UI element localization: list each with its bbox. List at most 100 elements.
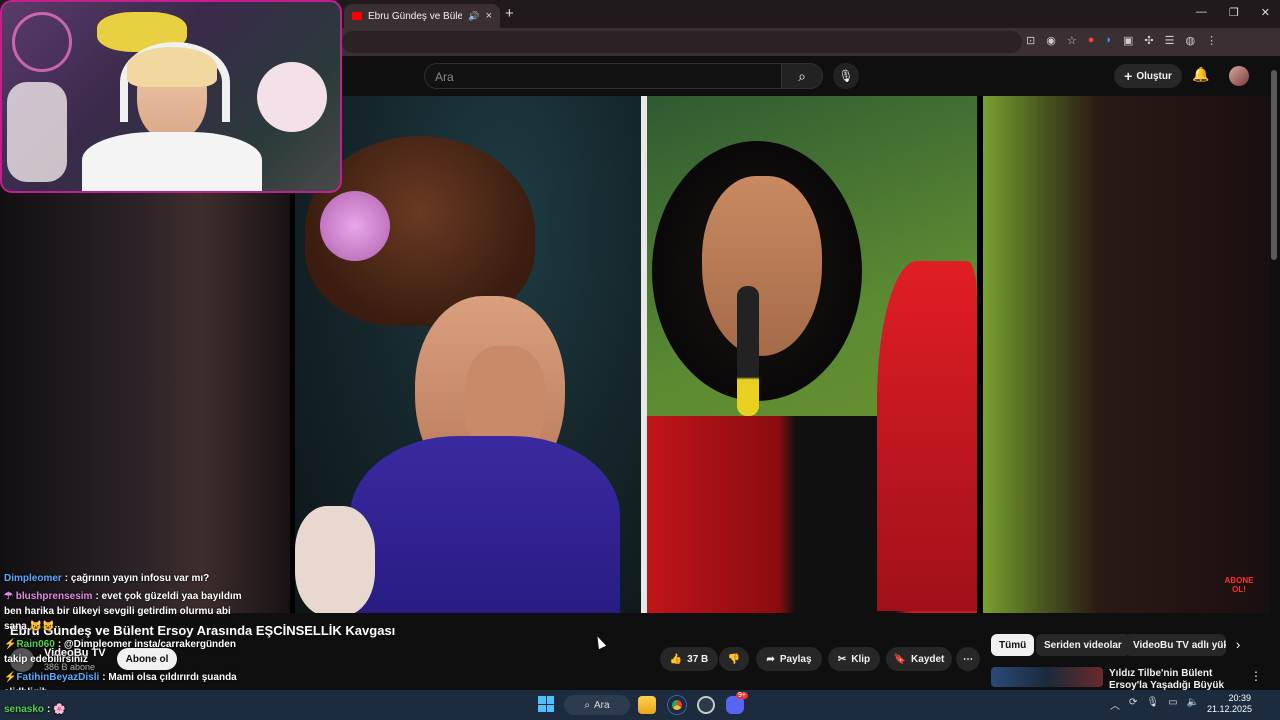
clip-label: Klip (851, 653, 871, 665)
like-count: 37 B (687, 653, 709, 665)
like-button[interactable]: 👍 37 B (660, 647, 718, 671)
clip-button[interactable]: ✂ Klip (828, 647, 880, 671)
extension-audio-icon[interactable]: ◗ (1105, 34, 1112, 47)
share-label: Paylaş (779, 653, 812, 665)
chair-shape (7, 82, 67, 182)
red-scarf-shape (877, 261, 977, 611)
eye-off-icon[interactable]: ◉ (1046, 34, 1056, 47)
chat-text: : çağrının yayın infosu var mı? (64, 573, 210, 584)
share-icon: ➦ (766, 653, 775, 665)
create-label: Oluştur (1136, 70, 1172, 82)
tab-title: Ebru Gündeş ve Bülent Ersoy (368, 10, 463, 22)
dress-shape (350, 436, 620, 613)
chip-all[interactable]: Tümü (991, 634, 1035, 656)
chat-badge-icon: ⚡ (4, 672, 17, 683)
new-tab-button[interactable]: + (505, 5, 514, 22)
emote-icon: 🌸 (53, 704, 66, 715)
windows-start-icon[interactable] (538, 696, 554, 712)
file-explorer-icon[interactable] (638, 696, 656, 714)
chevron-right-icon[interactable]: › (1236, 637, 1240, 652)
create-button[interactable]: + Oluştur (1114, 64, 1182, 88)
install-app-icon[interactable]: ⊡ (1026, 34, 1035, 47)
bookmark-icon: 🔖 (893, 653, 907, 665)
profile-icon[interactable]: ◍ (1186, 34, 1196, 47)
address-bar[interactable] (342, 31, 1022, 53)
tab-close-button[interactable]: × (486, 10, 492, 22)
streamer-hair-shape (127, 47, 217, 87)
video-frame-right-person (647, 96, 977, 613)
taskbar-search[interactable]: ⌕ Ara (564, 695, 630, 715)
chevron-up-icon[interactable]: ︿ (1110, 697, 1120, 712)
chat-message: ☂ blushprensesim: evet çok güzeldi yaa b… (4, 591, 242, 602)
emote-icon: 😺😺 (29, 621, 55, 632)
microphone-icon[interactable]: 🎙 (1146, 697, 1159, 712)
bookmark-star-icon[interactable]: ☆ (1067, 34, 1077, 47)
chat-message: sana 😺😺 (4, 621, 54, 632)
search-input[interactable]: Ara (424, 63, 782, 89)
clock-time: 20:39 (1228, 693, 1251, 703)
taskbar-clock[interactable]: 20:39 21.12.2025 (1207, 693, 1252, 715)
save-label: Kaydet (911, 653, 945, 665)
chat-message: ⚡Rain060: @Dimpleomer insta/carrakergünd… (4, 639, 236, 650)
recommended-more-icon[interactable]: ⋮ (1250, 669, 1262, 683)
face-shape (702, 176, 822, 356)
plus-icon: + (1124, 68, 1133, 84)
voice-search-button[interactable]: 🎙 (833, 63, 859, 89)
extensions-puzzle-icon[interactable]: ✣ (1144, 34, 1153, 47)
more-actions-button[interactable]: ⋯ (956, 647, 980, 671)
chat-username: blushprensesim (15, 591, 93, 602)
discord-badge: 9+ (736, 692, 748, 699)
scrollbar-thumb[interactable] (1271, 70, 1277, 260)
chat-username: FatihinBeyazDisli (16, 672, 100, 683)
extensions-area: ⊡ ◉ ☆ ● ◗ ▣ ✣ ☰ ◍ ⋮ (1026, 34, 1217, 47)
page-scrollbar[interactable] (1270, 60, 1278, 680)
chat-text: ben harika bir ülkeyi sevgili getirdim o… (4, 606, 231, 617)
notifications-bell-icon[interactable]: 🔔 (1192, 66, 1209, 83)
chat-username: Dimpleomer (4, 573, 62, 584)
steam-icon[interactable] (697, 696, 715, 714)
scissors-icon: ✂ (837, 653, 847, 665)
sync-icon[interactable]: ⟳ (1129, 697, 1137, 712)
video-frame-left-person (295, 96, 641, 613)
plush-right-shape (257, 62, 327, 132)
dislike-button[interactable]: 👎 (719, 647, 749, 671)
extension-box-icon[interactable]: ▣ (1123, 34, 1133, 47)
chip-channel-uploads[interactable]: VideoBu TV adlı yükle (1125, 634, 1226, 656)
user-avatar[interactable] (1229, 66, 1249, 86)
chat-message: takip edebilirsiniz (4, 654, 88, 665)
chat-badge-icon: ⚡ (4, 639, 17, 650)
chat-text: : @Dimpleomer insta/carrakergünden (57, 639, 236, 650)
volume-icon[interactable]: 🔈 (1187, 697, 1199, 712)
browser-tab[interactable]: Ebru Gündeş ve Bülent Ersoy 🔊 × (344, 4, 500, 28)
chat-username: senasko (4, 704, 45, 715)
subscribe-button[interactable]: Abone ol (117, 648, 177, 670)
extension-red-icon[interactable]: ● (1088, 34, 1095, 47)
browser-menu-icon[interactable]: ⋮ (1206, 34, 1217, 47)
youtube-favicon-icon (352, 12, 362, 20)
share-button[interactable]: ➦ Paylaş (756, 647, 822, 671)
system-tray: ︿ ⟳ 🎙 ▭ 🔈 (1110, 697, 1199, 712)
chat-text: : (47, 704, 51, 715)
network-icon[interactable]: ▭ (1168, 697, 1177, 712)
recommended-video-thumbnail[interactable] (991, 667, 1103, 687)
chat-message: Dimpleomer: çağrının yayın infosu var mı… (4, 573, 209, 584)
chip-series-videos[interactable]: Seriden videolar (1036, 634, 1130, 656)
chat-username: Rain060 (16, 639, 55, 650)
restore-button[interactable]: ❐ (1229, 6, 1239, 19)
chat-badge-icon: ☂ (4, 591, 16, 602)
search-icon: ⌕ (584, 699, 591, 711)
speaker-icon[interactable]: 🔊 (468, 11, 479, 22)
video-blur-right (983, 96, 1270, 613)
minimize-button[interactable]: — (1196, 6, 1207, 19)
chat-text: : Mami olsa çıldırırdı şuanda (102, 672, 237, 683)
microphone-icon: 🎙 (838, 69, 854, 83)
close-window-button[interactable]: ✕ (1261, 6, 1270, 19)
chrome-icon[interactable] (668, 696, 686, 714)
chat-text: sana (4, 621, 27, 632)
video-title: Ebru Gündeş ve Bülent Ersoy Arasında EŞC… (10, 623, 396, 638)
mouse-cursor-icon (593, 634, 607, 650)
save-button[interactable]: 🔖 Kaydet (886, 647, 952, 671)
search-button[interactable]: ⌕ (781, 63, 823, 89)
reading-list-icon[interactable]: ☰ (1165, 34, 1175, 47)
shoulder-shape (295, 506, 375, 613)
